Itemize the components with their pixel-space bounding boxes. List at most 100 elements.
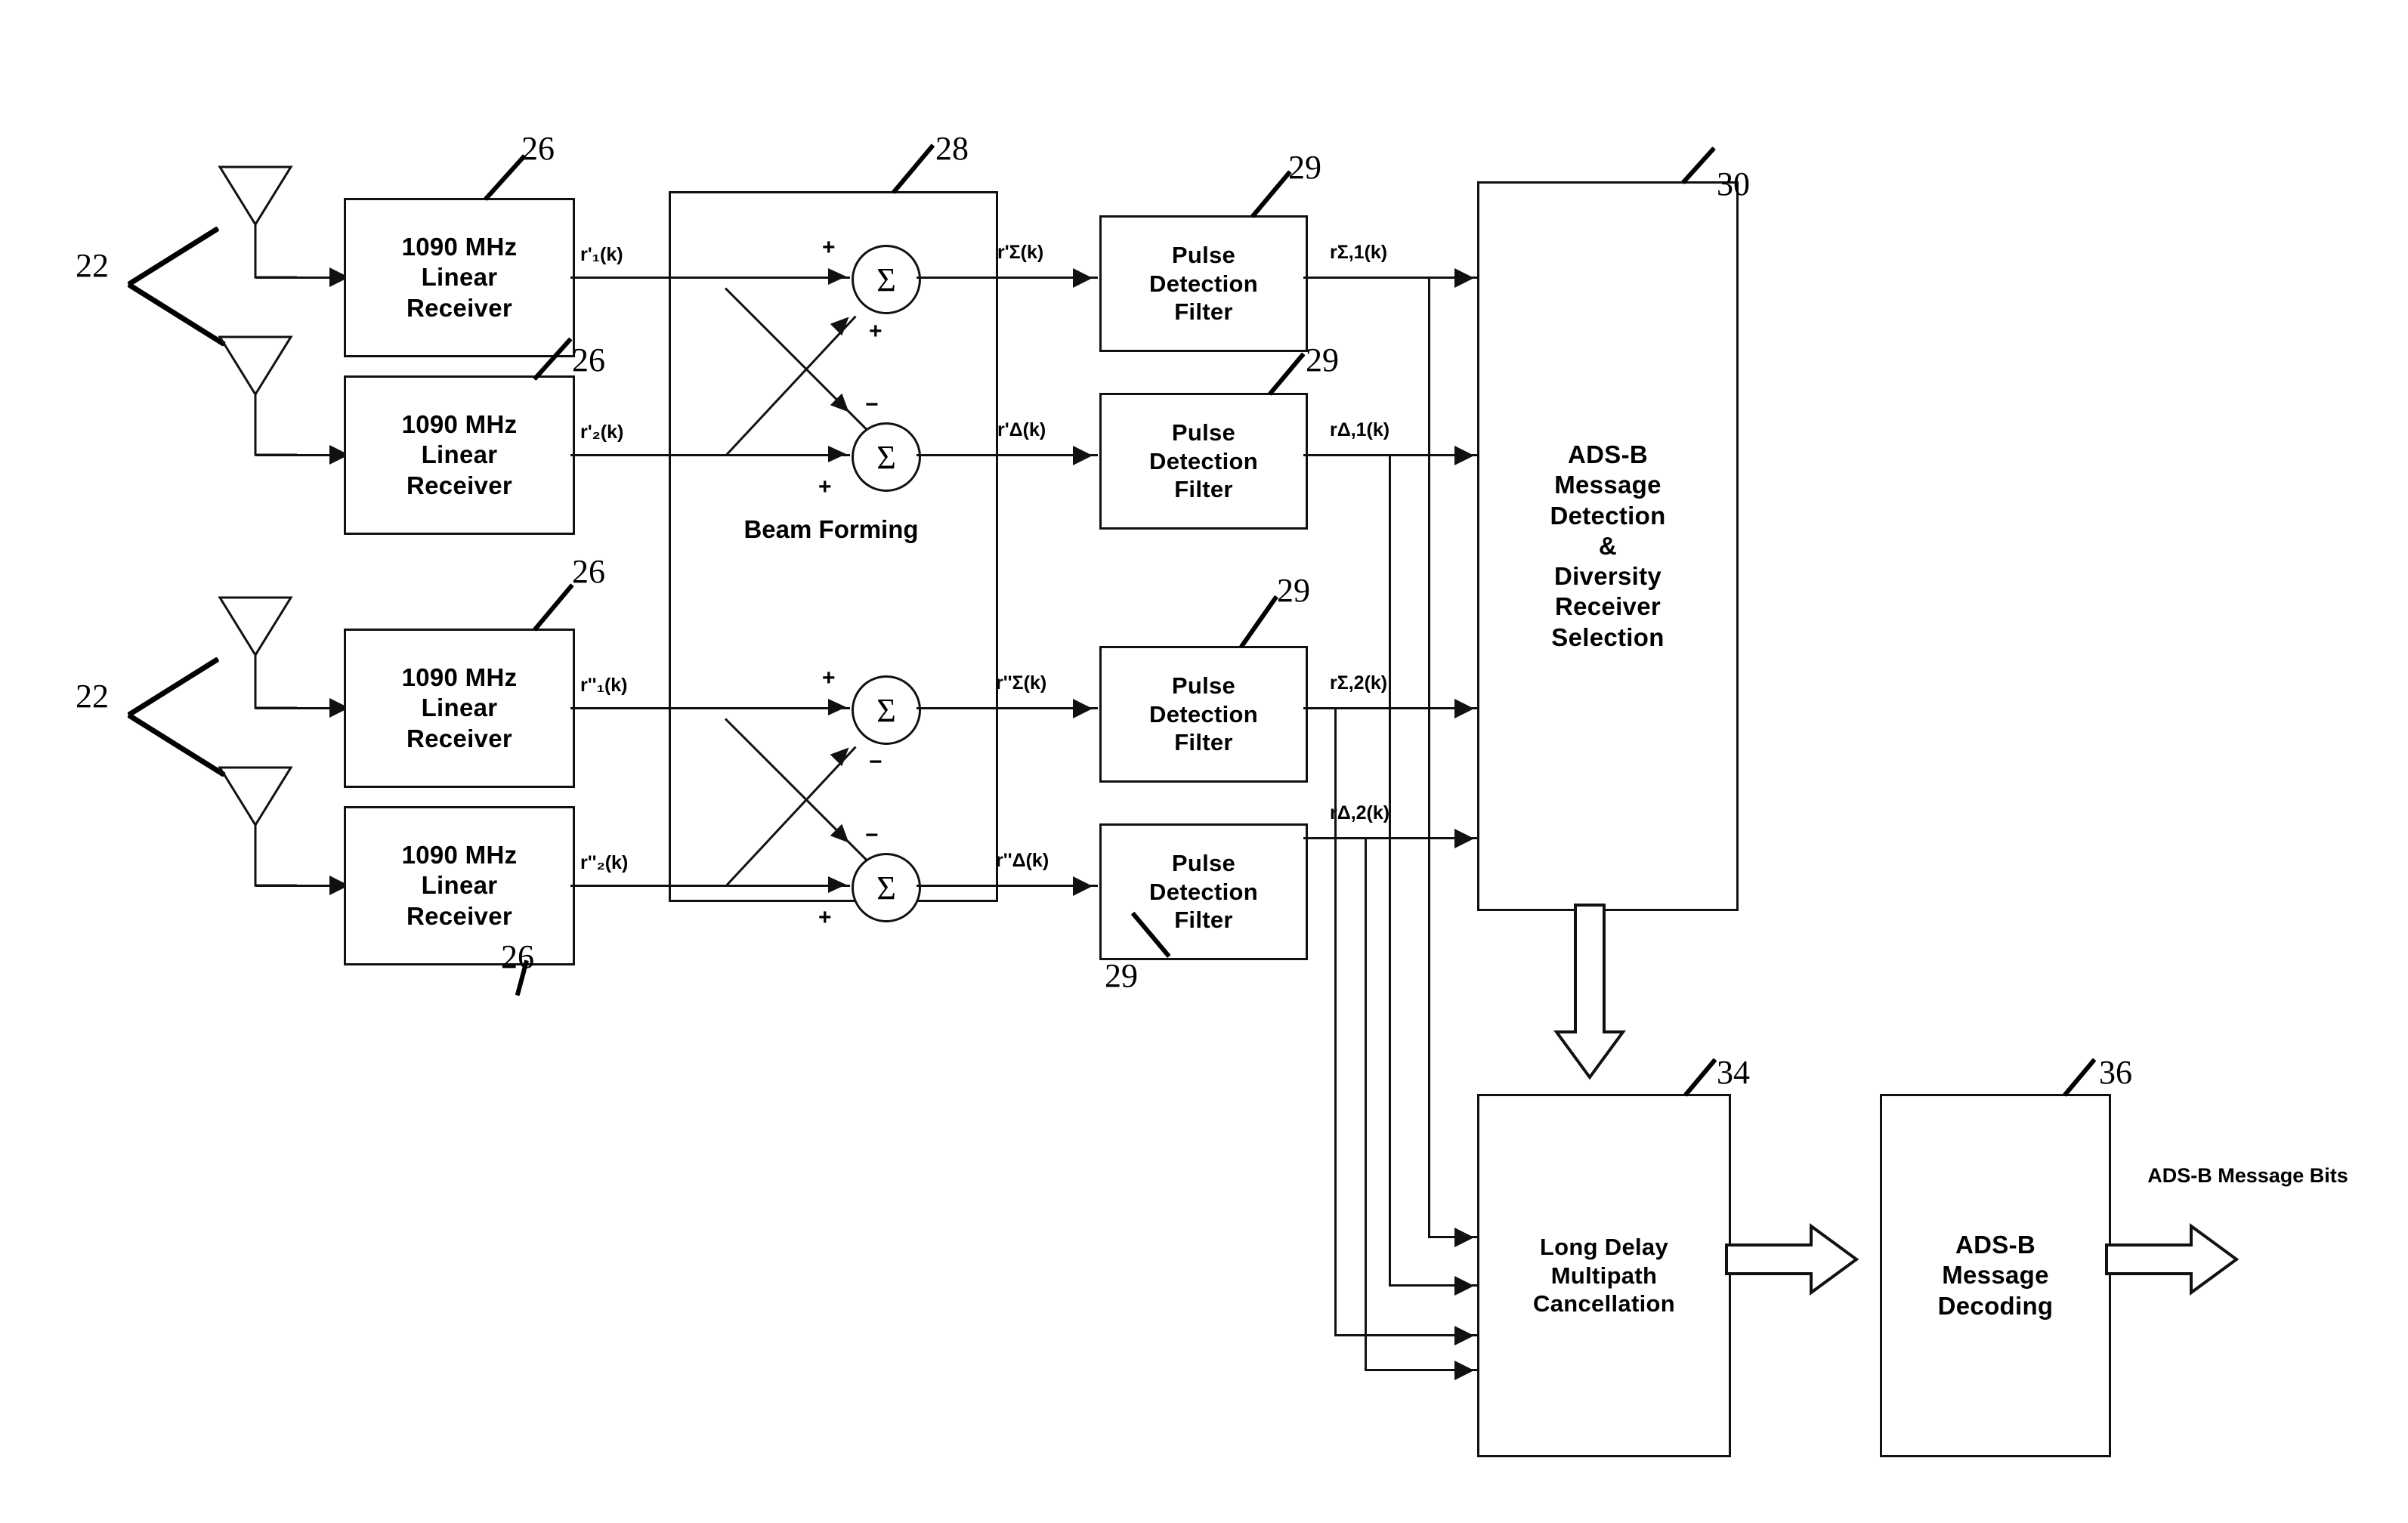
pulse-detection-filter-1[interactable]: Pulse Detection Filter — [1099, 215, 1308, 352]
wire-rx2-out — [570, 454, 669, 456]
sign-plus-5: + — [818, 905, 832, 930]
arrowhead-mp-2 — [1454, 1276, 1474, 1296]
sign-plus-2: + — [869, 319, 883, 344]
feed-line-rx4 — [255, 885, 338, 887]
bus-drop-2 — [1389, 454, 1391, 1285]
multipath-line2: Multipath — [1550, 1262, 1658, 1289]
arrowhead-sum3-a — [828, 699, 846, 715]
signal-label-rx3: r''₁(k) — [580, 675, 628, 696]
sigma-glyph-4: Σ — [876, 869, 896, 907]
signal-label-pdf-delta1: rΔ,1(k) — [1330, 419, 1390, 440]
detection-line1: ADS-B — [1568, 440, 1648, 469]
summation-node-1: Σ — [852, 245, 921, 314]
signal-label-bf-delta2: r''Δ(k) — [996, 850, 1049, 871]
ref-numeral-30: 30 — [1717, 165, 1750, 202]
arrowhead-sum4-a — [828, 876, 846, 893]
receiver-2-line2: Linear — [421, 440, 498, 469]
antenna-icon-2 — [214, 332, 303, 472]
receiver-block-4[interactable]: 1090 MHz Linear Receiver — [344, 806, 575, 965]
arrowhead-det-1 — [1454, 268, 1474, 288]
arrowhead-mp-4 — [1454, 1361, 1474, 1380]
arrowhead-det-2 — [1454, 446, 1474, 465]
arrowhead-pdf3 — [1073, 699, 1093, 718]
arrowhead-det-3 — [1454, 699, 1474, 718]
leader-36 — [2063, 1058, 2097, 1097]
wire-rx1-out — [570, 276, 669, 279]
wire-bf-sum1 — [917, 276, 1098, 279]
pdf-2-line1: Pulse — [1171, 419, 1236, 446]
multipath-line1: Long Delay — [1539, 1233, 1669, 1260]
ref-numeral-29-d: 29 — [1105, 957, 1138, 994]
figure-canvas: 22 22 1090 MHz Linear Receiver 1090 MHz … — [0, 0, 2408, 1523]
beam-forming-line1: Beam — [743, 515, 812, 543]
antenna-icon-4 — [214, 763, 303, 903]
leader-29-a — [1250, 170, 1292, 218]
signal-label-rx4: r''₂(k) — [580, 852, 629, 873]
hollow-arrow-output — [2105, 1223, 2240, 1296]
beam-forming-block[interactable] — [669, 191, 998, 902]
signal-label-rx2: r'₂(k) — [580, 422, 624, 443]
pdf-3-line2: Detection — [1149, 700, 1258, 728]
ref-numeral-26-c: 26 — [572, 553, 605, 590]
antenna-feed-lower-1 — [127, 282, 227, 347]
wire-rx4-out — [570, 885, 669, 887]
signal-label-bf-delta1: r'Δ(k) — [997, 419, 1046, 440]
signal-label-pdf-delta2: rΔ,2(k) — [1330, 802, 1390, 823]
ref-numeral-29-a: 29 — [1288, 149, 1321, 186]
receiver-3-line1: 1090 MHz — [401, 663, 518, 692]
pdf-3-line3: Filter — [1174, 729, 1233, 756]
antenna-icon-3 — [214, 593, 303, 725]
bf-wire-in1 — [669, 276, 850, 279]
detection-line7: Selection — [1551, 622, 1665, 651]
pdf-3-line1: Pulse — [1171, 672, 1236, 699]
message-detection-block[interactable]: ADS-B Message Detection & Diversity Rece… — [1477, 181, 1739, 911]
receiver-3-line2: Linear — [421, 694, 498, 722]
pulse-detection-filter-4[interactable]: Pulse Detection Filter — [1099, 823, 1308, 960]
wire-bf-delta1 — [917, 454, 1098, 456]
pulse-detection-filter-2[interactable]: Pulse Detection Filter — [1099, 393, 1308, 530]
antenna-icon-1 — [214, 162, 303, 295]
hollow-arrow-multipath-to-decoding — [1725, 1223, 1859, 1296]
output-label-line1: ADS-B — [2147, 1164, 2212, 1187]
signal-label-pdf-sum2: rΣ,2(k) — [1330, 672, 1388, 694]
pdf-2-line3: Filter — [1174, 476, 1233, 503]
leader-28 — [892, 144, 935, 194]
pdf-1-line1: Pulse — [1171, 241, 1236, 268]
leader-26-c — [533, 583, 574, 632]
ref-numeral-26-d: 26 — [501, 938, 534, 975]
receiver-4-line2: Linear — [421, 871, 498, 900]
leader-29-c — [1239, 595, 1278, 649]
decoding-line1: ADS-B — [1955, 1231, 2036, 1259]
multipath-line3: Cancellation — [1533, 1290, 1675, 1318]
pulse-detection-filter-3[interactable]: Pulse Detection Filter — [1099, 646, 1308, 783]
receiver-3-line3: Receiver — [406, 724, 512, 752]
ref-numeral-26-a: 26 — [521, 130, 555, 167]
arrowhead-pdf1 — [1073, 268, 1093, 288]
sign-plus-1: + — [822, 235, 836, 260]
receiver-block-2[interactable]: 1090 MHz Linear Receiver — [344, 375, 575, 535]
pdf-4-line2: Detection — [1149, 878, 1258, 905]
receiver-block-1[interactable]: 1090 MHz Linear Receiver — [344, 198, 575, 357]
signal-label-bf-sum1: r'Σ(k) — [997, 242, 1044, 263]
hollow-arrow-detection-to-multipath — [1553, 904, 1626, 1080]
feed-line-rx3 — [255, 707, 338, 709]
arrowhead-sum2-b — [830, 393, 849, 412]
receiver-1-line1: 1090 MHz — [401, 233, 518, 261]
multipath-cancellation-block[interactable]: Long Delay Multipath Cancellation — [1477, 1094, 1731, 1457]
sigma-glyph-2: Σ — [876, 438, 896, 476]
beam-forming-label: Beam Forming — [669, 514, 994, 545]
ref-numeral-36: 36 — [2099, 1054, 2132, 1091]
message-decoding-block[interactable]: ADS-B Message Decoding — [1880, 1094, 2111, 1457]
receiver-2-line3: Receiver — [406, 471, 512, 499]
leader-34 — [1683, 1058, 1717, 1097]
ref-numeral-22-bottom: 22 — [76, 678, 109, 715]
leader-26-a — [484, 154, 527, 202]
antenna-feed-upper-1 — [127, 226, 220, 287]
sigma-glyph-3: Σ — [876, 691, 896, 729]
receiver-1-line3: Receiver — [406, 293, 512, 322]
ref-numeral-34: 34 — [1717, 1054, 1750, 1091]
ref-numeral-28: 28 — [935, 130, 969, 167]
arrowhead-sum1-a — [828, 268, 846, 285]
receiver-block-3[interactable]: 1090 MHz Linear Receiver — [344, 629, 575, 788]
arrowhead-sum3-b — [830, 747, 849, 767]
